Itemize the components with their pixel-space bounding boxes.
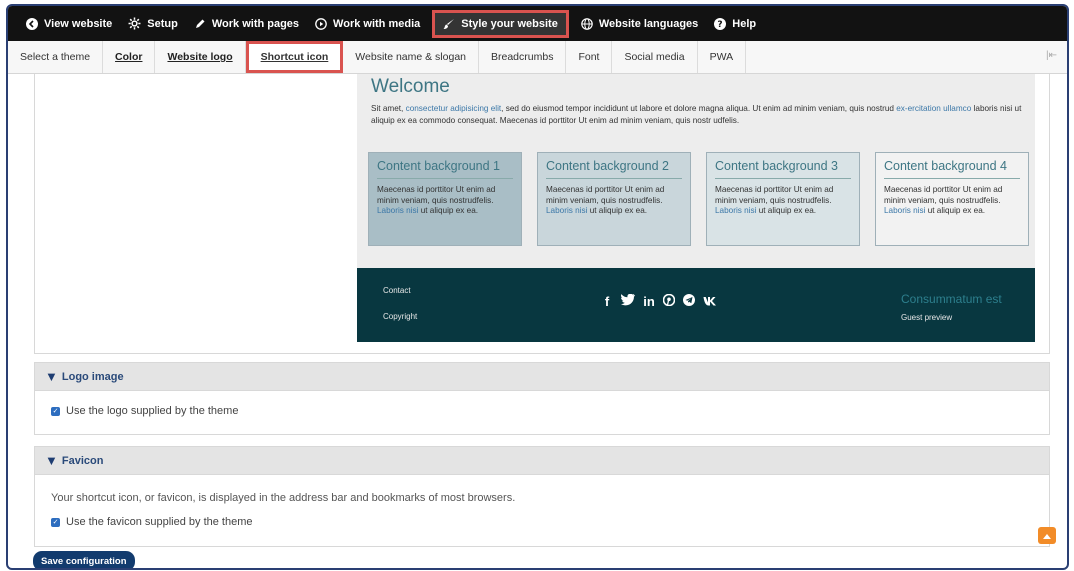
section-title: Logo image xyxy=(61,370,124,383)
intro-link[interactable]: consectetur adipisicing elit xyxy=(406,104,502,113)
toolbar-style-your-website[interactable]: Style your website xyxy=(432,9,569,38)
arrow-circle-left-icon xyxy=(26,17,38,30)
toolbar-view-website[interactable]: View website xyxy=(18,6,120,41)
preview-title: Welcome xyxy=(371,76,450,97)
intro-text: , sed do eiusmod tempor incididunt ut la… xyxy=(501,104,897,113)
toolbar-work-with-media[interactable]: Work with media xyxy=(307,6,428,41)
footer-title: Consummatum est xyxy=(901,292,1002,306)
use-theme-favicon-row: ✓ Use the favicon supplied by the theme xyxy=(51,516,253,528)
content-box-text: Maecenas id porttitor Ut enim ad minim v… xyxy=(715,185,851,217)
box-link[interactable]: Laboris nisi xyxy=(377,206,418,215)
play-circle-icon xyxy=(315,17,327,30)
content-box-title: Content background 2 xyxy=(546,159,682,179)
use-theme-logo-checkbox[interactable]: ✓ xyxy=(51,406,60,416)
toolbar-label: View website xyxy=(44,17,113,30)
box-text: ut aliquip ex ea. xyxy=(418,206,479,215)
admin-toolbar: View website Setup Work with pages Work … xyxy=(8,6,1067,41)
twitter-icon[interactable] xyxy=(621,293,635,309)
checkbox-label: Use the logo supplied by the theme xyxy=(66,405,239,417)
triangle-down-icon: ▼ xyxy=(45,369,58,384)
toolbar-website-languages[interactable]: Website languages xyxy=(573,6,706,41)
tab-pwa[interactable]: PWA xyxy=(697,41,747,73)
content-background-3: Content background 3 Maecenas id porttit… xyxy=(706,152,860,246)
social-icons: f in xyxy=(601,293,717,309)
box-text: Maecenas id porttitor Ut enim ad minim v… xyxy=(546,185,665,205)
tab-social-media[interactable]: Social media xyxy=(612,41,698,73)
toolbar-label: Work with media xyxy=(333,17,421,30)
logo-image-section: ▼ Logo image ✓ Use the logo supplied by … xyxy=(34,362,1050,435)
checkbox-label: Use the favicon supplied by the theme xyxy=(66,516,253,528)
tab-font[interactable]: Font xyxy=(566,41,613,73)
vk-icon[interactable] xyxy=(703,294,717,309)
box-text: Maecenas id porttitor Ut enim ad minim v… xyxy=(715,185,834,205)
content-box-title: Content background 3 xyxy=(715,159,851,179)
box-link[interactable]: Laboris nisi xyxy=(884,206,925,215)
footer-subtitle: Guest preview xyxy=(901,313,953,322)
footer-copyright-link[interactable]: Copyright xyxy=(383,312,417,321)
tab-breadcrumbs[interactable]: Breadcrumbs xyxy=(479,41,567,73)
box-text: Maecenas id porttitor Ut enim ad minim v… xyxy=(884,185,1003,205)
brush-icon xyxy=(443,18,455,29)
favicon-section: ▼ Favicon Your shortcut icon, or favicon… xyxy=(34,446,1050,547)
pinterest-icon[interactable] xyxy=(662,293,676,309)
svg-text:?: ? xyxy=(718,20,723,30)
theme-preview-panel: Welcome Sit amet, consectetur adipisicin… xyxy=(34,74,1050,354)
box-link[interactable]: Laboris nisi xyxy=(546,206,587,215)
content-box-text: Maecenas id porttitor Ut enim ad minim v… xyxy=(377,185,513,217)
question-circle-icon: ? xyxy=(714,17,727,30)
content-background-4: Content background 4 Maecenas id porttit… xyxy=(875,152,1029,246)
caret-up-icon xyxy=(1043,533,1051,539)
footer-contact-link[interactable]: Contact xyxy=(383,286,411,295)
save-configuration-button[interactable]: Save configuration xyxy=(33,551,135,568)
toolbar-label: Website languages xyxy=(598,17,699,30)
logo-image-toggle[interactable]: ▼ Logo image xyxy=(35,363,1049,391)
app-window: View website Setup Work with pages Work … xyxy=(6,4,1069,570)
preview-intro: Sit amet, consectetur adipisicing elit, … xyxy=(371,103,1023,127)
intro-link[interactable]: ex-ercitation ullamco xyxy=(896,104,971,113)
toolbar-label: Work with pages xyxy=(211,17,300,30)
toolbar-label: Setup xyxy=(147,17,178,30)
box-text: ut aliquip ex ea. xyxy=(925,206,986,215)
content-box-title: Content background 4 xyxy=(884,159,1020,179)
intro-text: Sit amet, xyxy=(371,104,406,113)
toolbar-setup[interactable]: Setup xyxy=(120,6,186,41)
gear-icon xyxy=(128,17,141,30)
toolbar-help[interactable]: ? Help xyxy=(706,6,764,41)
content-background-2: Content background 2 Maecenas id porttit… xyxy=(537,152,691,246)
use-theme-logo-row: ✓ Use the logo supplied by the theme xyxy=(51,405,238,417)
toolbar-label: Style your website xyxy=(461,17,558,30)
toolbar-work-with-pages[interactable]: Work with pages xyxy=(186,6,307,41)
tab-shortcut-icon[interactable]: Shortcut icon xyxy=(245,41,344,73)
content-background-1: Content background 1 Maecenas id porttit… xyxy=(368,152,522,246)
box-link[interactable]: Laboris nisi xyxy=(715,206,756,215)
section-title: Favicon xyxy=(61,454,104,467)
tab-color[interactable]: Color xyxy=(103,41,156,73)
preview-footer: Contact Copyright f in Consummatum est G… xyxy=(357,268,1035,342)
content-box-text: Maecenas id porttitor Ut enim ad minim v… xyxy=(546,185,682,217)
globe-icon xyxy=(581,17,593,30)
pencil-icon xyxy=(195,19,205,28)
style-tabs: Select a theme Color Website logo Shortc… xyxy=(8,41,1067,74)
box-text: ut aliquip ex ea. xyxy=(756,206,817,215)
box-text: ut aliquip ex ea. xyxy=(587,206,648,215)
tab-website-name-slogan[interactable]: Website name & slogan xyxy=(343,41,479,73)
tab-select-a-theme[interactable]: Select a theme xyxy=(8,41,104,73)
use-theme-favicon-checkbox[interactable]: ✓ xyxy=(51,517,60,527)
linkedin-icon[interactable]: in xyxy=(643,294,655,309)
collapse-tabs-icon[interactable]: |⇤ xyxy=(1046,50,1057,61)
triangle-down-icon: ▼ xyxy=(45,453,58,468)
content-box-title: Content background 1 xyxy=(377,159,513,179)
facebook-icon[interactable]: f xyxy=(601,294,613,309)
favicon-description: Your shortcut icon, or favicon, is displ… xyxy=(51,492,516,504)
box-text: Maecenas id porttitor Ut enim ad minim v… xyxy=(377,185,496,205)
toolbar-label: Help xyxy=(732,17,757,30)
theme-preview: Welcome Sit amet, consectetur adipisicin… xyxy=(357,74,1035,342)
scroll-to-top-button[interactable] xyxy=(1038,527,1056,544)
content-box-text: Maecenas id porttitor Ut enim ad minim v… xyxy=(884,185,1020,217)
tab-website-logo[interactable]: Website logo xyxy=(155,41,246,73)
telegram-icon[interactable] xyxy=(683,294,695,309)
favicon-toggle[interactable]: ▼ Favicon xyxy=(35,447,1049,475)
